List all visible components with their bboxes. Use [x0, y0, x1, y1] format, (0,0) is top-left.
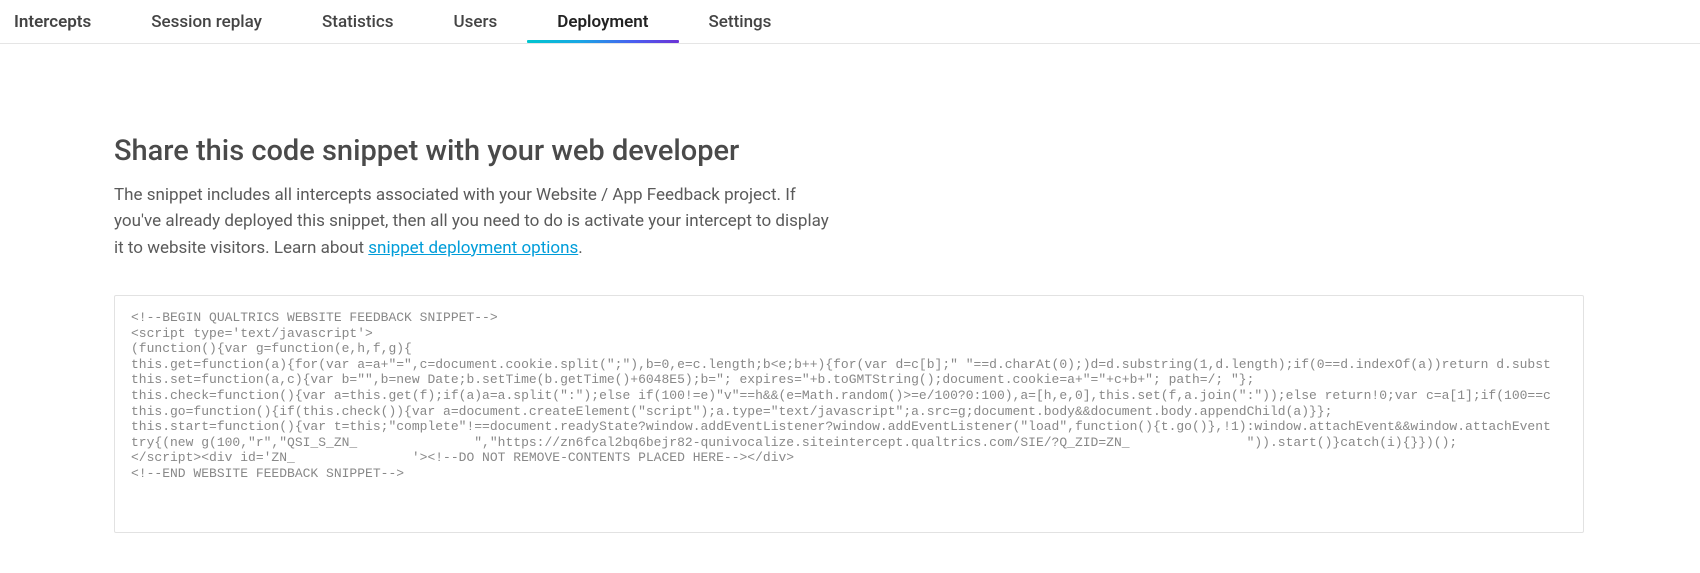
tab-session-replay[interactable]: Session replay	[121, 0, 292, 43]
code-snippet-text: <!--BEGIN QUALTRICS WEBSITE FEEDBACK SNI…	[131, 310, 1567, 482]
tab-users[interactable]: Users	[424, 0, 528, 43]
tab-deployment[interactable]: Deployment	[527, 0, 678, 43]
tab-settings[interactable]: Settings	[679, 0, 802, 43]
description-part-2: .	[578, 238, 582, 258]
tab-intercepts[interactable]: Intercepts	[10, 0, 121, 43]
deployment-content: Share this code snippet with your web de…	[0, 44, 1586, 573]
page-title: Share this code snippet with your web de…	[114, 134, 1586, 168]
tab-bar: InterceptsSession replayStatisticsUsersD…	[0, 0, 1700, 44]
description-text: The snippet includes all intercepts asso…	[114, 182, 834, 261]
code-snippet-box[interactable]: <!--BEGIN QUALTRICS WEBSITE FEEDBACK SNI…	[114, 295, 1584, 533]
snippet-deployment-link[interactable]: snippet deployment options	[368, 238, 578, 258]
tab-statistics[interactable]: Statistics	[292, 0, 423, 43]
